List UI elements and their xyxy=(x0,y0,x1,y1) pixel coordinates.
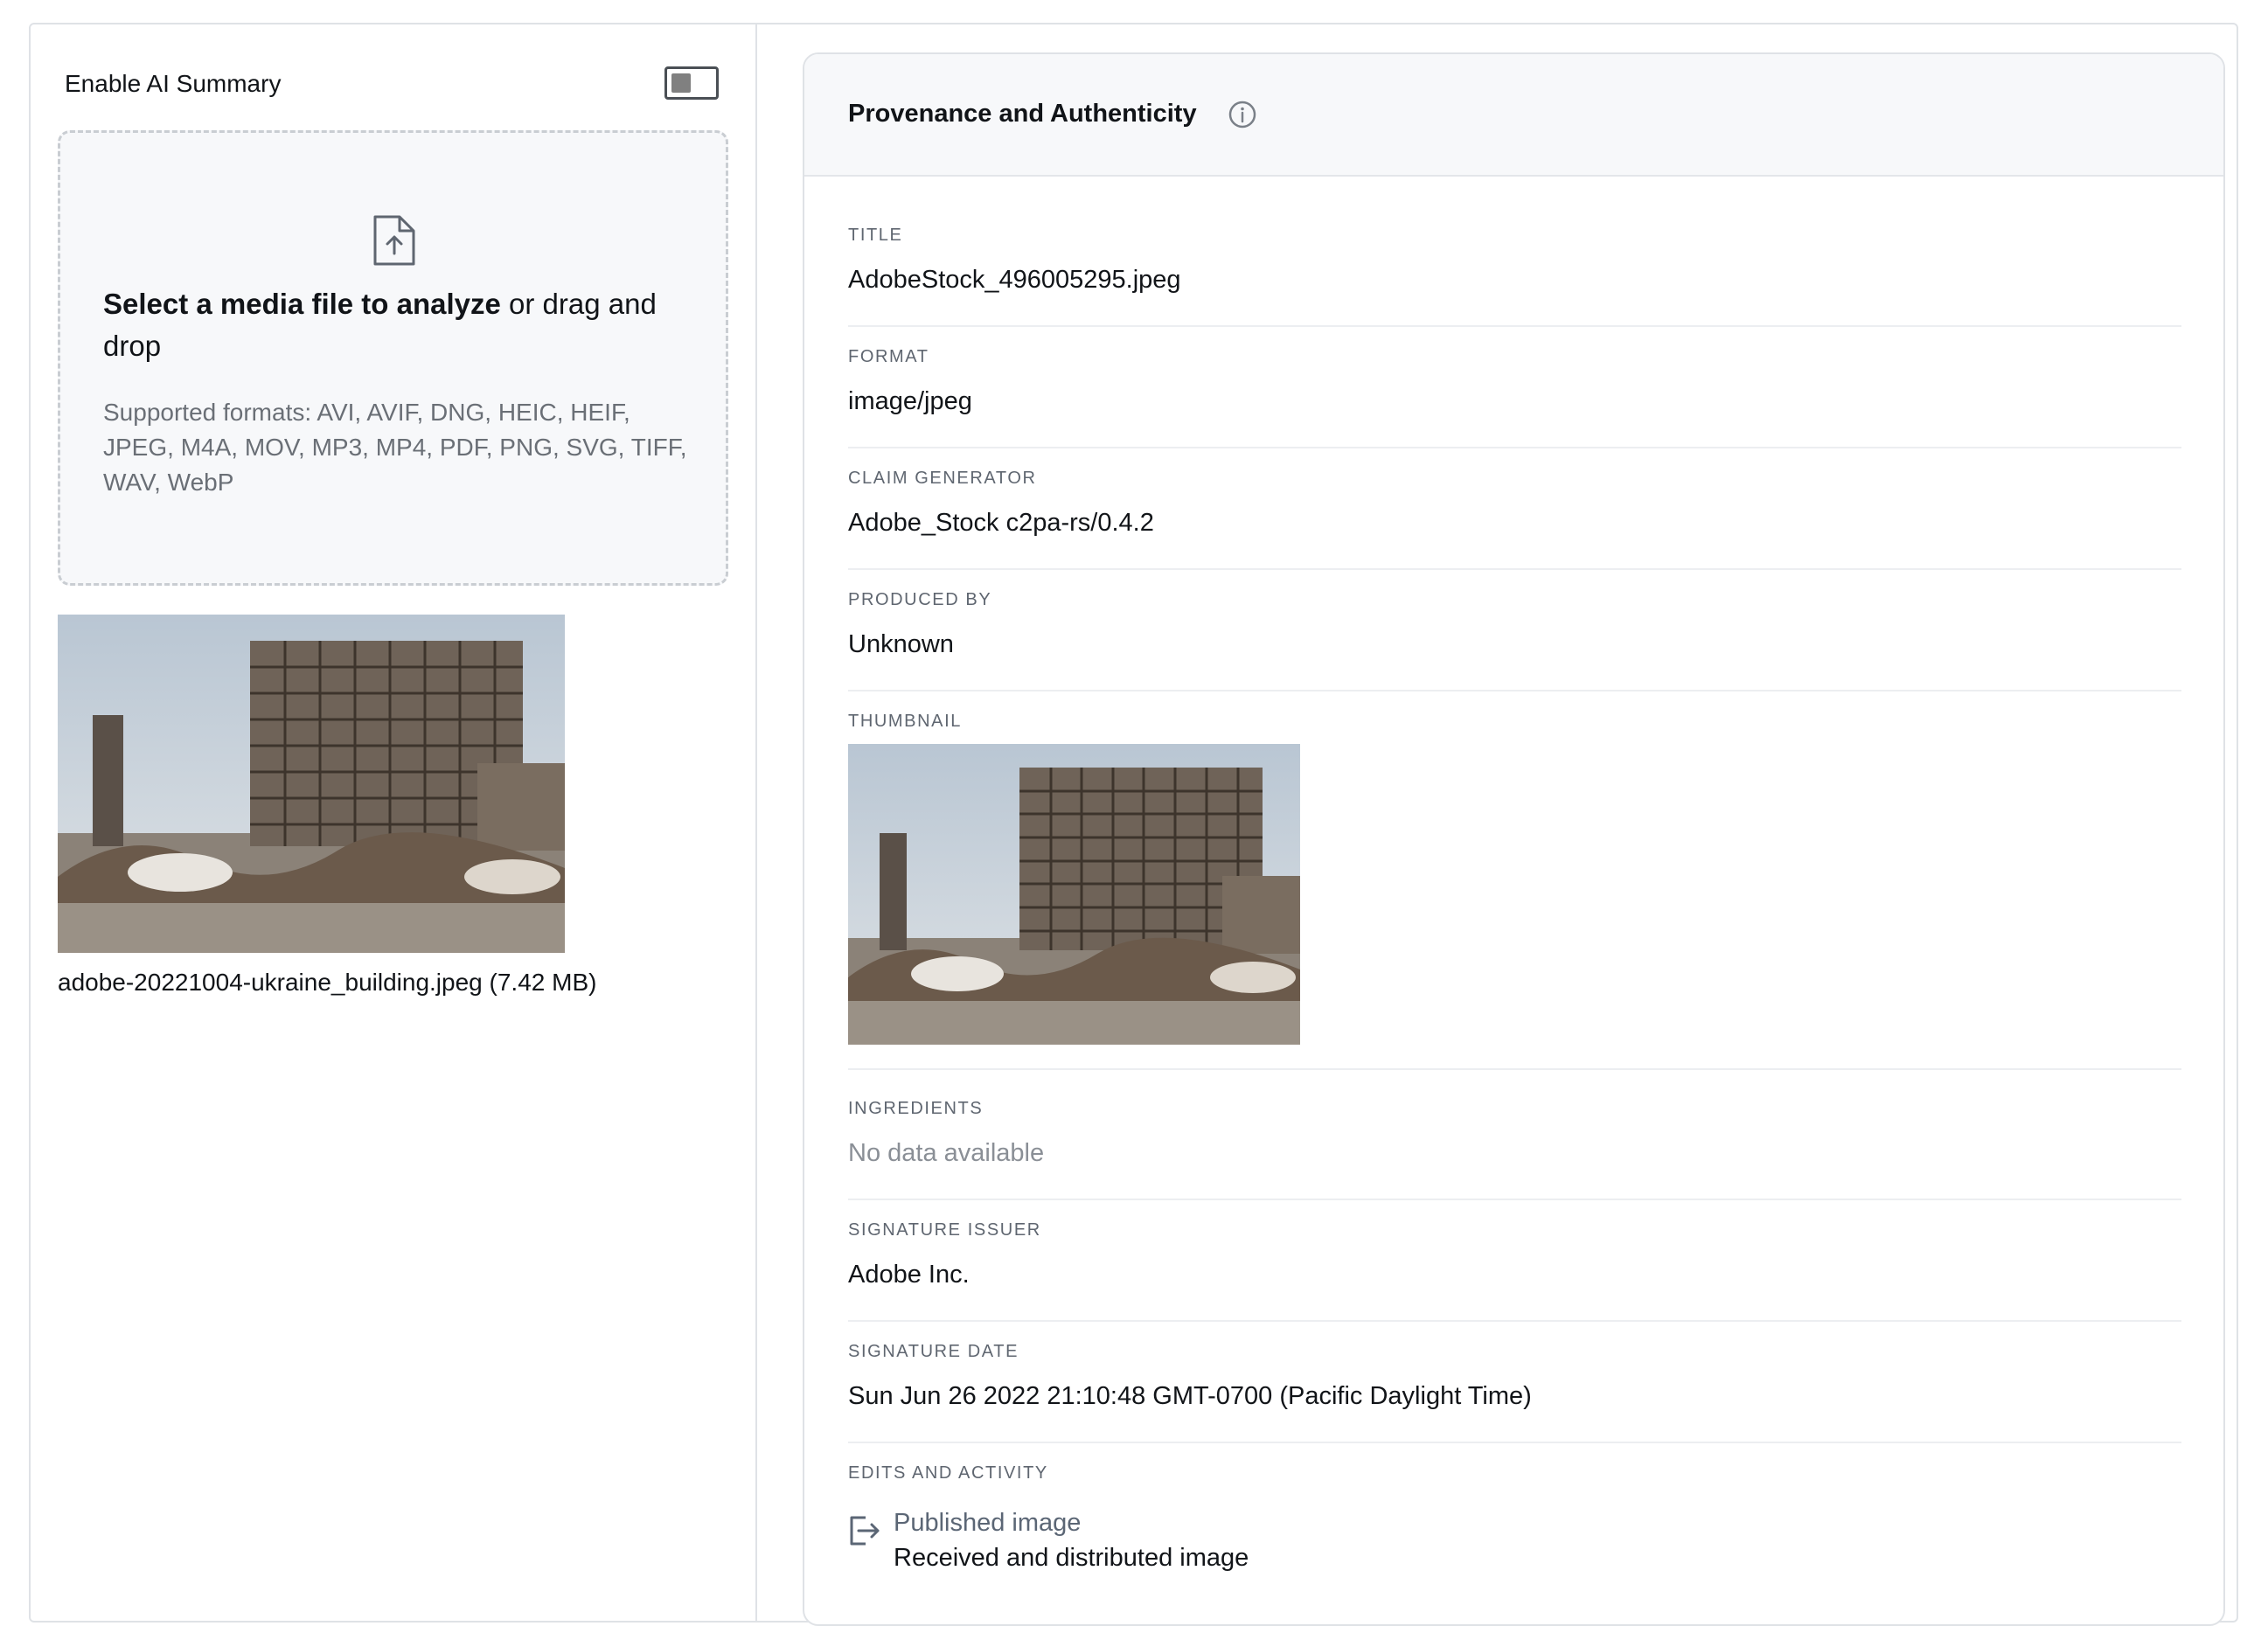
toggle-knob xyxy=(671,73,691,93)
field-value: Adobe_Stock c2pa-rs/0.4.2 xyxy=(848,509,1154,537)
field-label: EDITS AND ACTIVITY xyxy=(848,1463,1048,1483)
provenance-panel: Provenance and Authenticity TITLE AdobeS… xyxy=(803,52,2225,1626)
field-label: SIGNATURE ISSUER xyxy=(848,1220,1041,1240)
supported-formats: Supported formats: AVI, AVIF, DNG, HEIC,… xyxy=(103,399,687,496)
field-signature-issuer: SIGNATURE ISSUER Adobe Inc. xyxy=(848,1220,2181,1322)
field-produced-by: PRODUCED BY Unknown xyxy=(848,590,2181,691)
ai-summary-label: Enable AI Summary xyxy=(65,70,282,97)
field-label: FORMAT xyxy=(848,347,929,366)
ai-summary-toggle[interactable] xyxy=(664,66,719,100)
field-format: FORMAT image/jpeg xyxy=(848,347,2181,448)
field-label: THUMBNAIL xyxy=(848,712,962,731)
field-value: Unknown xyxy=(848,630,954,658)
field-value: Sun Jun 26 2022 21:10:48 GMT-0700 (Pacif… xyxy=(848,1382,1532,1410)
activity-title: Published image xyxy=(894,1509,1082,1537)
file-preview-image xyxy=(58,615,565,953)
field-ingredients: INGREDIENTS No data available xyxy=(848,1099,2181,1200)
publish-icon xyxy=(850,1516,880,1546)
activity-description: Received and distributed image xyxy=(894,1544,1249,1572)
thumbnail-image xyxy=(848,744,1300,1045)
field-thumbnail: THUMBNAIL xyxy=(848,712,2181,1070)
field-claim-generator: CLAIM GENERATOR Adobe_Stock c2pa-rs/0.4.… xyxy=(848,469,2181,570)
info-icon[interactable] xyxy=(1228,100,1257,129)
field-label: PRODUCED BY xyxy=(848,590,992,609)
field-value: No data available xyxy=(848,1139,1045,1167)
panel-header: Provenance and Authenticity xyxy=(804,54,2223,177)
field-title: TITLE AdobeStock_496005295.jpeg xyxy=(848,226,2181,327)
column-divider xyxy=(755,23,757,1623)
field-edits-and-activity: EDITS AND ACTIVITY Published image Recei… xyxy=(848,1463,2181,1621)
file-upload-icon xyxy=(373,215,415,266)
field-value: Adobe Inc. xyxy=(848,1261,970,1289)
field-label: TITLE xyxy=(848,226,903,245)
field-label: INGREDIENTS xyxy=(848,1099,984,1118)
ai-summary-row: Enable AI Summary xyxy=(65,63,722,107)
dropzone-instruction: Select a media file to analyze or drag a… xyxy=(103,283,698,367)
dropzone-instruction-bold[interactable]: Select a media file to analyze xyxy=(103,288,501,320)
file-dropzone[interactable]: Select a media file to analyze or drag a… xyxy=(58,130,728,586)
field-value: AdobeStock_496005295.jpeg xyxy=(848,266,1181,294)
field-label: CLAIM GENERATOR xyxy=(848,469,1037,488)
field-value: image/jpeg xyxy=(848,387,972,415)
field-signature-date: SIGNATURE DATE Sun Jun 26 2022 21:10:48 … xyxy=(848,1342,2181,1443)
panel-title: Provenance and Authenticity xyxy=(848,100,1197,128)
field-label: SIGNATURE DATE xyxy=(848,1342,1019,1361)
file-name-caption: adobe-20221004-ukraine_building.jpeg (7.… xyxy=(58,969,597,996)
